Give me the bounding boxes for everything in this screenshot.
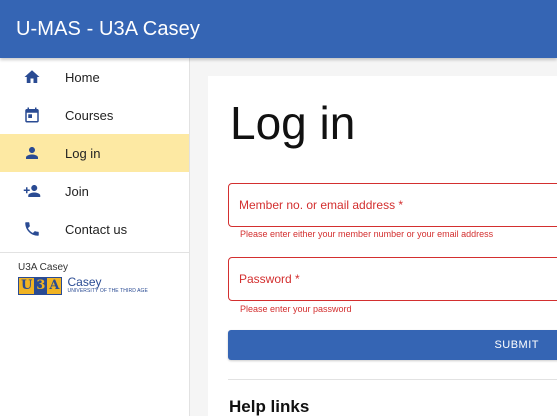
- sidebar-item-label: Contact us: [65, 221, 128, 237]
- sidebar-item-courses[interactable]: Courses: [0, 96, 189, 134]
- logo-letter: 3: [34, 278, 48, 294]
- member-field-helper: Please enter either your member number o…: [240, 229, 494, 239]
- sidebar-item-contact[interactable]: Contact us: [0, 210, 189, 248]
- help-links-heading: Help links: [229, 397, 310, 416]
- logo-letter: U: [19, 278, 35, 294]
- person-icon: [22, 143, 42, 163]
- section-divider: [228, 379, 557, 380]
- sidebar: Home Courses Log in Join Contact us U3A …: [0, 58, 190, 416]
- member-input[interactable]: [229, 184, 557, 226]
- login-card: Log in Member no. or email address * Ple…: [208, 76, 557, 416]
- person-add-icon: [22, 181, 42, 201]
- sidebar-item-label: Courses: [65, 107, 114, 123]
- submit-button[interactable]: SUBMIT: [228, 330, 557, 360]
- sidebar-item-label: Home: [65, 69, 100, 85]
- logo-name: Casey: [67, 275, 102, 289]
- password-field-helper: Please enter your password: [240, 304, 352, 314]
- org-name: U3A Casey: [18, 262, 69, 273]
- logo-subtitle: UNIVERSITY OF THE THIRD AGE: [67, 288, 148, 294]
- app-bar: U-MAS - U3A Casey: [0, 0, 557, 58]
- calendar-icon: [22, 105, 42, 125]
- password-input[interactable]: [229, 258, 557, 300]
- sidebar-item-home[interactable]: Home: [0, 58, 189, 96]
- u3a-letters: U 3 A: [18, 277, 63, 295]
- u3a-casey-logo: U 3 A Casey UNIVERSITY OF THE THIRD AGE: [0, 273, 189, 295]
- sidebar-item-label: Join: [65, 183, 89, 199]
- home-icon: [22, 67, 42, 87]
- sidebar-item-label: Log in: [65, 145, 101, 161]
- password-field[interactable]: Password *: [228, 257, 557, 301]
- logo-text: Casey UNIVERSITY OF THE THIRD AGE: [67, 275, 148, 294]
- member-field[interactable]: Member no. or email address *: [228, 183, 557, 227]
- sidebar-item-join[interactable]: Join: [0, 172, 189, 210]
- phone-icon: [22, 219, 42, 239]
- sidebar-item-login[interactable]: Log in: [0, 134, 189, 172]
- app-title: U-MAS - U3A Casey: [16, 17, 200, 40]
- logo-letter: A: [47, 278, 62, 294]
- page-title: Log in: [230, 97, 356, 149]
